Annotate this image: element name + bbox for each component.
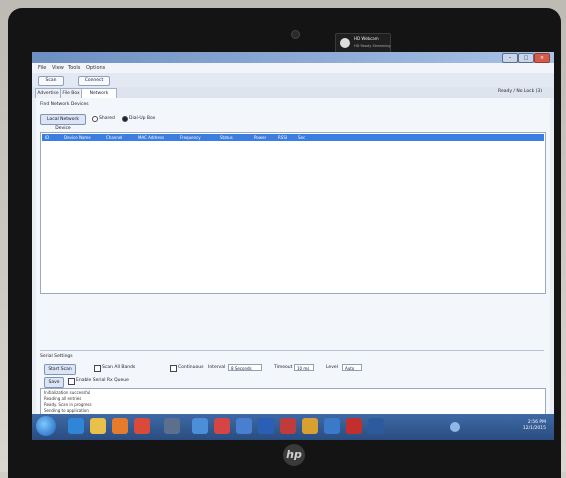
webcam-notification-icon [340,38,350,48]
toolbar-scan-button[interactable]: Scan [38,76,64,86]
interval-label: Interval [208,365,226,370]
list-col-frequency: Frequency [180,135,201,140]
section-divider [40,350,544,351]
webcam-icon [291,30,300,39]
list-col-channel: Channel [106,135,123,140]
folder-icon[interactable] [90,418,106,434]
menu-view[interactable]: View [52,65,64,71]
laptop-screen: – □ × File View Tools Options Scan Conne… [32,52,554,440]
main-panel: Find Network Devices Local Network Devic… [36,98,550,438]
tab-strip: Advertise File Box Network Scanner Ready… [32,87,554,105]
hp-logo: hp [283,444,305,466]
continuous-checkbox[interactable] [170,365,177,372]
media-icon[interactable] [112,418,128,434]
tab-network-scanner[interactable]: Network Scanner [81,88,117,105]
notification-title: HD Webcam [354,36,379,41]
toolbar-connect-button[interactable]: Connect [78,76,110,86]
level-label: Level [326,365,338,370]
notification-subtitle: HD Ready Streaming [354,44,391,48]
maximize-button[interactable]: □ [518,53,534,63]
taskbar: 2:56 PM 12/1/2015 [32,414,554,440]
continuous-label: Continuous [178,365,204,370]
tab-advertise[interactable]: Advertise [35,88,61,98]
radio-shared[interactable] [92,116,98,122]
app-icon[interactable] [164,418,180,434]
radio-shared-label: Shared [99,116,115,121]
log-line: Initialization successful [44,390,91,395]
interval-field[interactable]: 8 Seconds [228,364,262,371]
window-titlebar: – □ × [32,52,554,63]
section-title: Find Network Devices [40,102,89,107]
close-button[interactable]: × [534,53,550,63]
radio-dialup[interactable] [122,116,128,122]
list-col-status: Status [220,135,233,140]
clock-date: 12/1/2015 [522,426,546,431]
log-line: Ready. Scan in progress [44,402,92,407]
app-icon[interactable] [214,418,230,434]
word-icon[interactable] [258,418,274,434]
serial-queue-checkbox[interactable] [68,378,75,385]
minimize-button[interactable]: – [502,53,518,63]
start-button[interactable] [36,416,56,436]
ie-icon[interactable] [68,418,84,434]
app-icon[interactable] [280,418,296,434]
list-col-rssi: RSSI [278,135,288,140]
timeout-field[interactable]: 10 ms [294,364,314,371]
menu-bar: File View Tools Options [32,63,554,73]
menu-tools[interactable]: Tools [68,65,80,71]
list-selected-row[interactable]: ID Device Name Channel MAC Address Frequ… [42,134,544,141]
list-col-id: ID [45,135,50,140]
serial-settings-title: Serial Settings [40,354,73,359]
chrome-icon[interactable] [302,418,318,434]
scan-all-label: Scan All Bands [102,365,136,370]
log-line: Reading all entries [44,396,82,401]
app-icon[interactable] [134,418,150,434]
app-icon[interactable] [324,418,340,434]
menu-file[interactable]: File [38,65,46,71]
app-icon[interactable] [236,418,252,434]
app-icon[interactable] [368,418,384,434]
list-col-mac: MAC Address [138,135,165,140]
scan-all-checkbox[interactable] [94,365,101,372]
log-line: Sending to application [44,408,89,413]
local-network-device-button[interactable]: Local Network Device [40,114,86,131]
status-text: Ready / No Lock (3) [498,89,542,94]
list-col-power: Power [254,135,267,140]
help-icon[interactable] [450,422,460,432]
serial-queue-label: Enable Serial Rx Queue [76,378,129,383]
list-col-sec: Sec [298,135,306,140]
device-list[interactable]: ID Device Name Channel MAC Address Frequ… [40,132,546,294]
list-col-device: Device Name [64,135,91,140]
tab-file-box[interactable]: File Box [60,88,82,98]
timeout-label: Timeout [274,365,293,370]
toolbar: Scan Connect [32,73,554,87]
start-scan-button[interactable]: Start Scan [44,364,76,375]
pdf-icon[interactable] [346,418,362,434]
radio-dialup-label: Dial-Up Box [129,116,156,121]
level-field[interactable]: Auto [342,364,362,371]
taskbar-clock[interactable]: 2:56 PM 12/1/2015 [523,420,546,432]
save-button[interactable]: Save [44,377,64,388]
menu-options[interactable]: Options [86,65,105,71]
app-icon[interactable] [192,418,208,434]
